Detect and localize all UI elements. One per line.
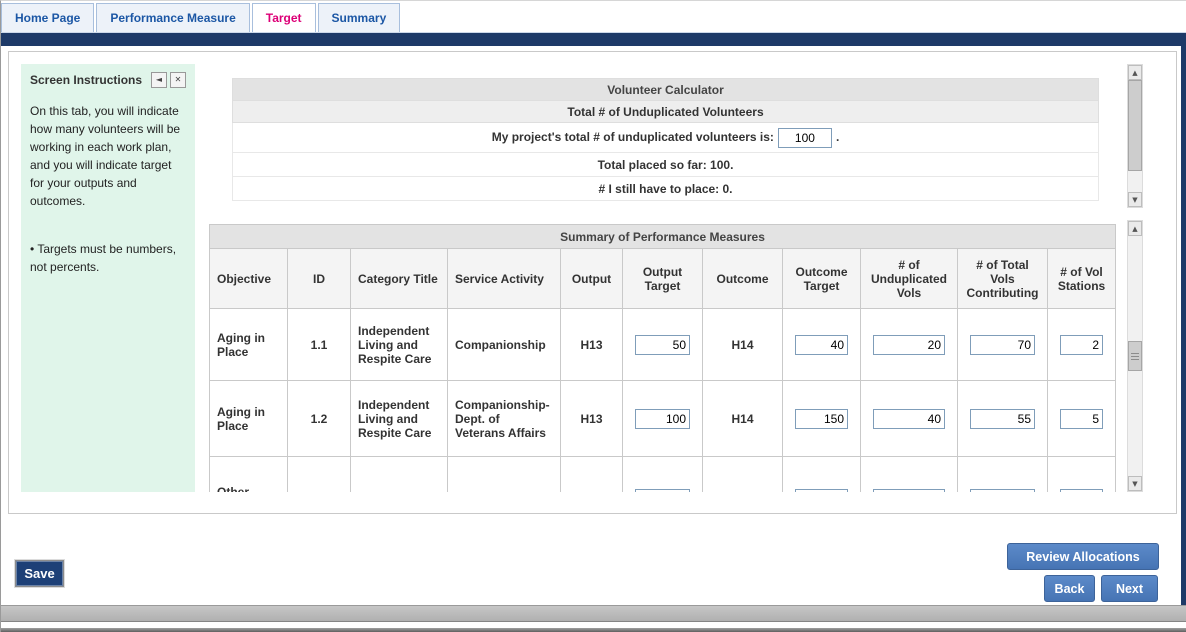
scrollbar-track[interactable] <box>1128 80 1142 192</box>
vol-stations-input[interactable] <box>1060 335 1103 355</box>
screen-instructions-header: Screen Instructions ◄ ✕ <box>30 72 186 88</box>
cell-outcome <box>703 457 783 493</box>
save-button[interactable]: Save <box>15 560 64 587</box>
performance-measures-section: Summary of Performance Measures Objectiv… <box>209 220 1143 492</box>
col-vol-stations: # of Vol Stations <box>1048 249 1116 309</box>
summary-title: Summary of Performance Measures <box>210 225 1116 249</box>
total-placed-text: Total placed so far: 100. <box>233 153 1099 177</box>
table-row: Other Healthy 2.1 Other Serving Non- OT2 <box>210 457 1116 493</box>
close-panel-icon[interactable]: ✕ <box>170 72 186 88</box>
app-window: Home Page Performance Measure Target Sum… <box>0 0 1186 632</box>
cell-category-title: Independent Living and Respite Care <box>351 309 448 381</box>
vol-stations-input[interactable] <box>1060 409 1103 429</box>
cell-service-activity: Companionship-Dept. of Veterans Affairs <box>448 381 561 457</box>
total-vols-input[interactable] <box>970 335 1035 355</box>
content-frame: Screen Instructions ◄ ✕ On this tab, you… <box>8 51 1177 514</box>
screen-instructions-title: Screen Instructions <box>30 73 142 87</box>
cell-objective: Other Healthy <box>210 457 288 493</box>
calculator-subtitle: Total # of Unduplicated Volunteers <box>233 101 1099 123</box>
output-target-input[interactable] <box>635 335 690 355</box>
tab-summary[interactable]: Summary <box>318 3 401 32</box>
volunteer-calculator-table: Volunteer Calculator Total # of Unduplic… <box>232 78 1099 201</box>
scrollbar-thumb[interactable] <box>1128 341 1142 371</box>
unduplicated-vols-input[interactable] <box>873 335 945 355</box>
outcome-target-input[interactable] <box>795 409 848 429</box>
output-target-input[interactable] <box>635 489 690 493</box>
scroll-down-icon[interactable]: ▼ <box>1128 476 1142 491</box>
screen-instructions-panel: Screen Instructions ◄ ✕ On this tab, you… <box>21 64 195 492</box>
scrollbar-track[interactable] <box>1128 236 1142 476</box>
col-total-vols-contributing: # of Total Vols Contributing <box>958 249 1048 309</box>
summary-scrollbar[interactable]: ▲ ▼ <box>1127 220 1143 492</box>
collapse-panel-icon[interactable]: ◄ <box>151 72 167 88</box>
outcome-target-input[interactable] <box>795 489 848 493</box>
cell-id: 1.2 <box>288 381 351 457</box>
label-period: . <box>836 130 839 144</box>
col-unduplicated-vols: # of Unduplicated Vols <box>861 249 958 309</box>
unduplicated-vols-input[interactable] <box>873 409 945 429</box>
header-divider-bar <box>1 33 1186 46</box>
performance-measures-scrollarea: Summary of Performance Measures Objectiv… <box>209 220 1127 492</box>
cell-outcome: H14 <box>703 309 783 381</box>
tab-home-page[interactable]: Home Page <box>1 3 94 32</box>
volunteer-calculator-section: Volunteer Calculator Total # of Unduplic… <box>209 64 1143 208</box>
cell-id: 2.1 <box>288 457 351 493</box>
scroll-up-icon[interactable]: ▲ <box>1128 221 1142 236</box>
output-target-input[interactable] <box>635 409 690 429</box>
review-allocations-button[interactable]: Review Allocations <box>1007 543 1159 570</box>
col-output-target: Output Target <box>623 249 703 309</box>
tab-performance-measure[interactable]: Performance Measure <box>96 3 249 32</box>
next-button[interactable]: Next <box>1101 575 1158 602</box>
cell-output: H13 <box>561 309 623 381</box>
window-bottom-edge <box>1 628 1186 632</box>
cell-id: 1.1 <box>288 309 351 381</box>
total-vols-input[interactable] <box>970 489 1035 493</box>
calculator-input-row: My project's total # of unduplicated vol… <box>233 123 1099 153</box>
cell-output: H13 <box>561 381 623 457</box>
vol-stations-input[interactable] <box>1060 489 1103 493</box>
status-bar <box>1 605 1186 622</box>
cell-service-activity: Serving Non- <box>448 457 561 493</box>
volunteer-calculator-scrollarea: Volunteer Calculator Total # of Unduplic… <box>209 64 1127 208</box>
cell-category-title: Other <box>351 457 448 493</box>
cell-objective: Aging in Place <box>210 309 288 381</box>
col-output: Output <box>561 249 623 309</box>
performance-measures-table: Summary of Performance Measures Objectiv… <box>209 224 1116 492</box>
instructions-note: • Targets must be numbers, not percents. <box>30 240 186 276</box>
col-outcome: Outcome <box>703 249 783 309</box>
cell-objective: Aging in Place <box>210 381 288 457</box>
outcome-target-input[interactable] <box>795 335 848 355</box>
scrollbar-thumb[interactable] <box>1128 80 1142 171</box>
col-service-activity: Service Activity <box>448 249 561 309</box>
tab-target[interactable]: Target <box>252 3 316 32</box>
calculator-scrollbar[interactable]: ▲ ▼ <box>1127 64 1143 208</box>
table-row: Aging in Place 1.1 Independent Living an… <box>210 309 1116 381</box>
unduplicated-vols-input[interactable] <box>873 489 945 493</box>
still-to-place-text: # I still have to place: 0. <box>233 177 1099 201</box>
calculator-title: Volunteer Calculator <box>233 79 1099 101</box>
window-right-edge <box>1181 33 1186 605</box>
cell-outcome: H14 <box>703 381 783 457</box>
cell-service-activity: Companionship <box>448 309 561 381</box>
col-outcome-target: Outcome Target <box>783 249 861 309</box>
summary-header-row: Objective ID Category Title Service Acti… <box>210 249 1116 309</box>
scroll-up-icon[interactable]: ▲ <box>1128 65 1142 80</box>
col-objective: Objective <box>210 249 288 309</box>
scrollbar-grip-icon <box>1131 353 1139 360</box>
unduplicated-volunteers-input[interactable] <box>778 128 832 148</box>
total-vols-input[interactable] <box>970 409 1035 429</box>
col-id: ID <box>288 249 351 309</box>
col-category-title: Category Title <box>351 249 448 309</box>
unduplicated-volunteers-label: My project's total # of unduplicated vol… <box>492 130 774 144</box>
cell-output: OT2 <box>561 457 623 493</box>
back-button[interactable]: Back <box>1044 575 1095 602</box>
cell-category-title: Independent Living and Respite Care <box>351 381 448 457</box>
tab-bar: Home Page Performance Measure Target Sum… <box>1 1 1186 33</box>
instructions-text: On this tab, you will indicate how many … <box>30 102 186 210</box>
scroll-down-icon[interactable]: ▼ <box>1128 192 1142 207</box>
table-row: Aging in Place 1.2 Independent Living an… <box>210 381 1116 457</box>
